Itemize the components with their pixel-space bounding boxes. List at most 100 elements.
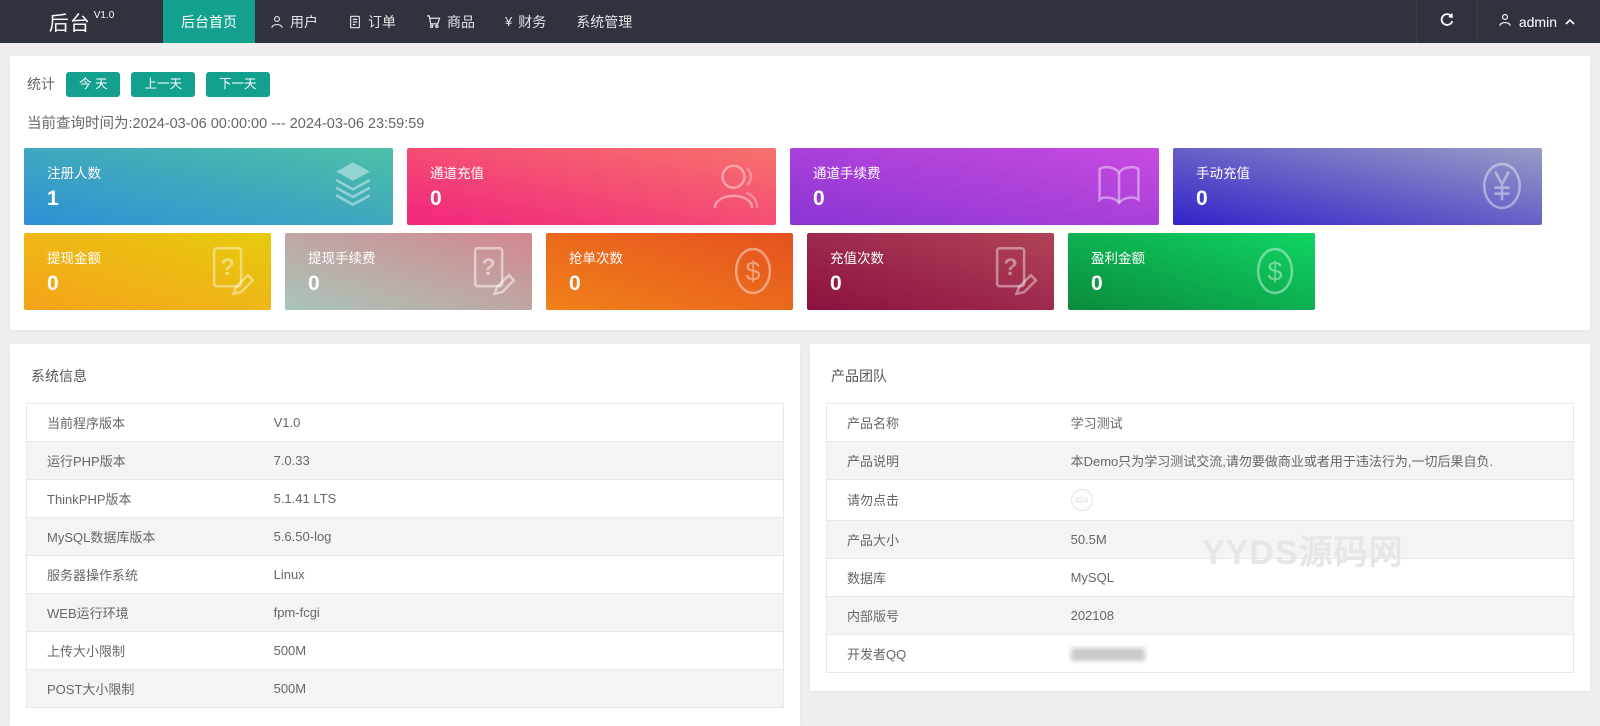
nav-item-label: 用户 <box>290 13 318 30</box>
row-value: V1.0 <box>273 414 301 430</box>
table-row: 请勿点击 404 <box>826 478 1574 520</box>
stat-card-grab-count: 抢单次数 0 $ <box>546 232 793 310</box>
svg-text:?: ? <box>481 255 495 281</box>
svg-text:$: $ <box>745 256 760 286</box>
do-not-click-badge[interactable]: 404 <box>1070 488 1093 511</box>
nav-item-system[interactable]: 系统管理 <box>561 0 647 43</box>
table-row: 内部版号 202108 <box>826 595 1574 634</box>
row-label: POST大小限制 <box>26 668 254 707</box>
row-value: 50.5M <box>1050 519 1574 558</box>
stat-card-manual-recharge: 手动充值 0 <box>1173 147 1542 225</box>
product-team-table: 产品名称 学习测试 产品说明 本Demo只为学习测试交流,请勿要做商业或者用于违法行… <box>826 402 1574 673</box>
system-info-table: 当前程序版本 V1.0 运行PHP版本 7.0.33 ThinkPHP版本 5.1.4… <box>26 402 784 708</box>
card-title: 通道充值 <box>430 165 484 181</box>
stat-card-registered-users: 注册人数 1 <box>24 147 393 225</box>
table-row: 产品名称 学习测试 <box>827 403 1574 441</box>
user-menu[interactable]: admin <box>1476 0 1600 43</box>
card-title: 提现手续费 <box>308 250 376 266</box>
row-label: 当前程序版本 <box>47 415 126 431</box>
row-value: 500M <box>253 668 784 707</box>
table-row: WEB运行环境 fpm-fcgi <box>26 592 784 631</box>
row-value: 404 <box>1050 478 1574 520</box>
row-label: 产品大小 <box>826 519 1051 558</box>
card-title: 充值次数 <box>830 250 884 266</box>
person-icon <box>1498 13 1512 30</box>
stat-card-profit-amount: 盈利金额 0 $ <box>1068 232 1315 310</box>
file-icon <box>348 15 362 29</box>
query-time-text: 当前查询时间为:2024-03-06 00:00:00 --- 2024-03-… <box>27 115 425 132</box>
table-row: 开发者QQ <box>826 633 1574 672</box>
next-day-button[interactable]: 下一天 <box>206 72 270 97</box>
panel-title: 系统信息 <box>31 367 87 384</box>
row-value: MySQL <box>1050 557 1574 596</box>
navbar-right: admin <box>1415 0 1600 43</box>
row-value: 7.0.33 <box>253 440 784 479</box>
system-info-panel: 系统信息 当前程序版本 V1.0 运行PHP版本 7.0.33 ThinkPHP版本… <box>10 343 800 726</box>
doc-question-icon: ? <box>465 244 519 298</box>
stat-card-channel-recharge: 通道充值 0 <box>407 147 776 225</box>
book-icon <box>1092 159 1146 213</box>
chevron-up-icon <box>1564 14 1576 30</box>
card-title: 盈利金额 <box>1091 250 1145 266</box>
row-label: 请勿点击 <box>826 478 1051 520</box>
user-icon <box>270 15 284 29</box>
app-logo: 后台 V1.0 <box>0 0 163 43</box>
row-label: 产品说明 <box>826 440 1051 479</box>
card-value: 0 <box>308 271 320 295</box>
nav-item-products[interactable]: 商品 <box>411 0 490 43</box>
stats-header: 统计 今 天 上一天 下一天 <box>24 72 1576 97</box>
nav-item-home[interactable]: 后台首页 <box>163 0 255 43</box>
row-label: WEB运行环境 <box>26 592 254 631</box>
username: admin <box>1518 13 1557 30</box>
card-title: 通道手续费 <box>813 165 881 181</box>
row-label: 开发者QQ <box>826 633 1051 672</box>
navbar: 后台 V1.0 后台首页 用户 订单 商品 ¥ 财务 系统管理 admin <box>0 0 1600 43</box>
table-row: 运行PHP版本 7.0.33 <box>26 440 784 479</box>
yen-coin-icon <box>1475 159 1529 213</box>
redacted-qq-value <box>1070 647 1145 661</box>
card-value: 0 <box>1091 271 1103 295</box>
card-value: 0 <box>47 271 59 295</box>
table-row: 数据库 MySQL <box>826 557 1574 596</box>
row-value <box>1050 633 1574 672</box>
product-team-panel: 产品团队 产品名称 学习测试 产品说明 本Demo只为学习测试交流,请勿要做商业或者… <box>810 343 1590 691</box>
row-label: 运行PHP版本 <box>26 440 254 479</box>
table-row: 服务器操作系统 Linux <box>26 554 784 593</box>
row-value: 本Demo只为学习测试交流,请勿要做商业或者用于违法行为,一切后果自负. <box>1050 440 1574 479</box>
card-title: 提现金额 <box>47 250 101 266</box>
today-button[interactable]: 今 天 <box>66 72 121 97</box>
card-value: 0 <box>1196 186 1208 210</box>
stat-card-channel-fee: 通道手续费 0 <box>790 147 1159 225</box>
stat-card-withdraw-fee: 提现手续费 0 ? <box>285 232 532 310</box>
nav-item-label: 财务 <box>518 13 547 30</box>
row-label: 数据库 <box>826 557 1051 596</box>
nav-item-finance[interactable]: ¥ 财务 <box>490 0 561 43</box>
stat-card-recharge-count: 充值次数 0 ? <box>807 232 1054 310</box>
table-row: ThinkPHP版本 5.1.41 LTS <box>26 478 784 517</box>
layers-icon <box>326 159 380 213</box>
nav-item-label: 系统管理 <box>576 13 633 30</box>
doc-question-icon: ? <box>987 244 1041 298</box>
table-row: 产品大小 50.5M <box>826 519 1574 558</box>
panel-title: 产品团队 <box>831 367 887 384</box>
nav-item-users[interactable]: 用户 <box>255 0 333 43</box>
svg-text:?: ? <box>1003 255 1017 281</box>
stat-cards-row-2: 提现金额 0 ? 提现手续费 0 ? 抢单次数 0 $ 充值次数 0 ? 盈利金… <box>24 232 1576 310</box>
yen-icon: ¥ <box>505 14 513 29</box>
card-value: 1 <box>47 186 59 210</box>
card-title: 抢单次数 <box>569 250 623 266</box>
nav-item-orders[interactable]: 订单 <box>333 0 411 43</box>
row-value: 5.6.50-log <box>253 516 784 555</box>
table-row: POST大小限制 500M <box>26 668 784 707</box>
svg-text:?: ? <box>220 255 234 281</box>
cart-icon <box>426 14 441 29</box>
nav-item-label: 商品 <box>447 13 475 30</box>
table-row: MySQL数据库版本 5.6.50-log <box>26 516 784 555</box>
table-row: 当前程序版本 V1.0 <box>27 403 784 441</box>
row-value: 500M <box>253 630 784 669</box>
refresh-button[interactable] <box>1415 0 1477 43</box>
prev-day-button[interactable]: 上一天 <box>131 72 195 97</box>
row-label: 服务器操作系统 <box>26 554 254 593</box>
app-title: 后台 <box>48 13 91 35</box>
nav-menu: 后台首页 用户 订单 商品 ¥ 财务 系统管理 <box>163 0 647 43</box>
